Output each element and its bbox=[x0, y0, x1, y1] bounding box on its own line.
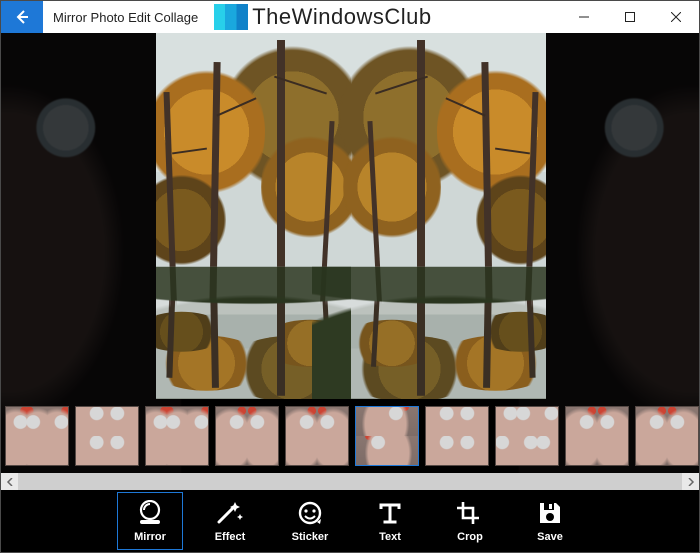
mirror-template-thumb[interactable] bbox=[495, 406, 559, 466]
close-button[interactable] bbox=[653, 1, 699, 33]
chevron-right-icon bbox=[687, 478, 695, 486]
mirror-template-thumb[interactable] bbox=[565, 406, 629, 466]
tool-save[interactable]: Save bbox=[517, 492, 583, 550]
tool-label: Crop bbox=[457, 531, 483, 543]
app-title: Mirror Photo Edit Collage bbox=[43, 10, 208, 25]
preview-canvas[interactable] bbox=[156, 33, 546, 399]
save-icon bbox=[535, 499, 565, 527]
brand-name: TheWindowsClub bbox=[252, 4, 431, 30]
window-controls bbox=[561, 1, 699, 33]
close-icon bbox=[671, 12, 681, 22]
tool-effect[interactable]: Effect bbox=[197, 492, 263, 550]
sticker-icon bbox=[295, 499, 325, 527]
content-area: Mirror Effect Sticker Text Crop Save bbox=[1, 33, 699, 552]
mirror-template-thumb[interactable] bbox=[145, 406, 209, 466]
maximize-button[interactable] bbox=[607, 1, 653, 33]
back-button[interactable] bbox=[1, 1, 43, 33]
mirror-template-strip bbox=[1, 403, 699, 473]
mirror-icon bbox=[135, 499, 165, 527]
tool-crop[interactable]: Crop bbox=[437, 492, 503, 550]
tool-sticker[interactable]: Sticker bbox=[277, 492, 343, 550]
text-icon bbox=[375, 499, 405, 527]
tool-label: Sticker bbox=[292, 531, 329, 543]
minimize-button[interactable] bbox=[561, 1, 607, 33]
scroll-right-button[interactable] bbox=[682, 473, 699, 490]
tool-label: Text bbox=[379, 531, 401, 543]
mirror-template-thumb[interactable] bbox=[5, 406, 69, 466]
scroll-left-button[interactable] bbox=[1, 473, 18, 490]
mirror-template-thumb[interactable] bbox=[635, 406, 699, 466]
tool-label: Effect bbox=[215, 531, 246, 543]
tool-mirror[interactable]: Mirror bbox=[117, 492, 183, 550]
scrollbar-thumb[interactable] bbox=[18, 473, 682, 490]
effect-icon bbox=[215, 499, 245, 527]
tool-text[interactable]: Text bbox=[357, 492, 423, 550]
mirror-template-thumb[interactable] bbox=[425, 406, 489, 466]
titlebar: Mirror Photo Edit Collage TheWindowsClub bbox=[1, 1, 699, 33]
watermark-brand: TheWindowsClub bbox=[214, 1, 431, 33]
crop-icon bbox=[455, 499, 485, 527]
tool-label: Save bbox=[537, 531, 563, 543]
app-window: Mirror Photo Edit Collage TheWindowsClub bbox=[0, 0, 700, 553]
mirror-template-thumb[interactable] bbox=[215, 406, 279, 466]
minimize-icon bbox=[579, 12, 589, 22]
mirror-template-thumb[interactable] bbox=[285, 406, 349, 466]
bottom-toolbar: Mirror Effect Sticker Text Crop Save bbox=[1, 490, 699, 552]
mirror-template-thumb[interactable] bbox=[355, 406, 419, 466]
arrow-left-icon bbox=[14, 9, 30, 25]
horizontal-scrollbar[interactable] bbox=[1, 473, 699, 490]
tool-label: Mirror bbox=[134, 531, 166, 543]
maximize-icon bbox=[625, 12, 635, 22]
mirror-template-thumb[interactable] bbox=[75, 406, 139, 466]
brand-logo-icon bbox=[214, 4, 248, 30]
chevron-left-icon bbox=[6, 478, 14, 486]
